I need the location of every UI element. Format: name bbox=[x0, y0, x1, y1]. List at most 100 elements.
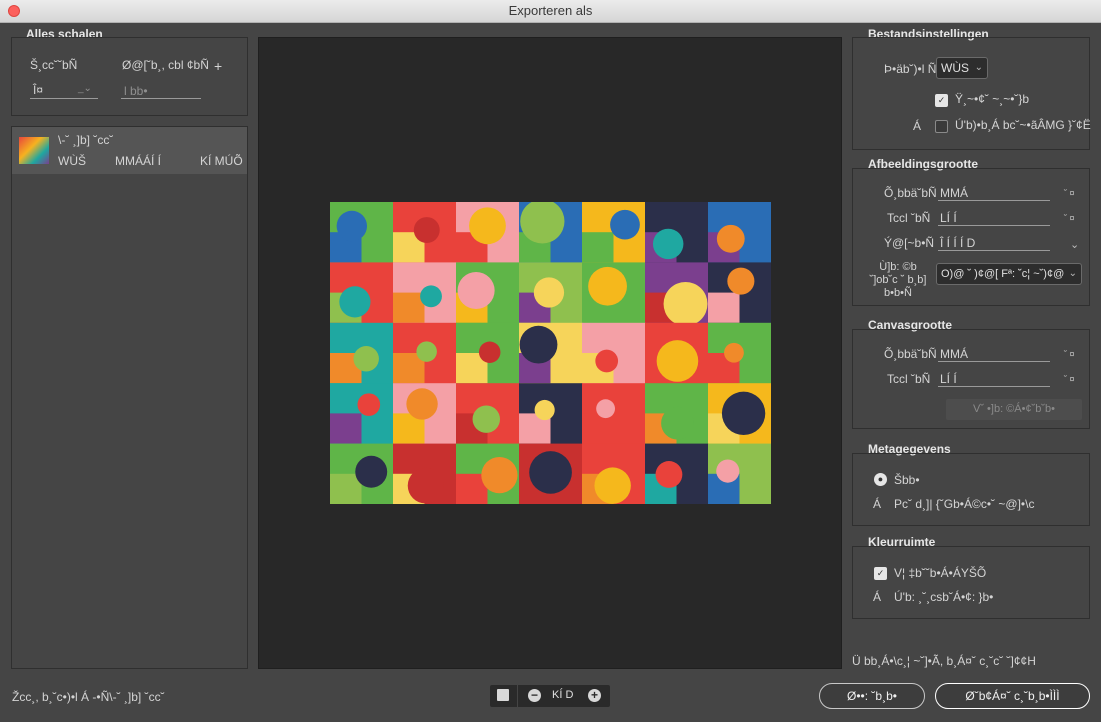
image-height-label: Tccl ˘bÑ bbox=[887, 211, 931, 225]
illustration-tile bbox=[519, 383, 583, 445]
illustration-tile bbox=[519, 262, 583, 324]
preview-canvas[interactable] bbox=[258, 37, 842, 669]
illustration-tile bbox=[330, 322, 394, 384]
illustration-tile bbox=[393, 443, 457, 504]
asset-format: WÙŠ bbox=[58, 154, 86, 168]
fit-view-icon[interactable] bbox=[497, 689, 509, 701]
suffix-input[interactable]: l bb• bbox=[124, 84, 148, 98]
canvas-height-unit-icon: ˘ ¤ bbox=[1064, 374, 1075, 384]
scale-select[interactable]: Î¤ bbox=[33, 83, 43, 97]
illustration-tile bbox=[708, 383, 771, 445]
illustration-tile bbox=[708, 262, 771, 324]
assets-list-panel bbox=[11, 126, 248, 669]
illustration-tile bbox=[582, 443, 646, 504]
illustration-tile bbox=[708, 322, 771, 384]
scale-select-underline bbox=[30, 98, 98, 99]
illustration-tile bbox=[393, 202, 457, 263]
suffix-column-label: Ø@[˘b¸, cbl ¢bÑ bbox=[122, 58, 209, 72]
illustration-tile bbox=[393, 262, 457, 324]
color-profile-checkbox[interactable]: Á bbox=[873, 590, 881, 604]
preview-image bbox=[330, 202, 771, 504]
illustration-tile bbox=[456, 262, 520, 324]
illustration-tile bbox=[330, 443, 394, 504]
export-button[interactable]: Ø˘b¢Á¤˘ c¸˘b¸b•ÌÌÌ bbox=[935, 683, 1090, 709]
illustration-tile bbox=[456, 383, 520, 445]
metadata-option-2[interactable]: Pc˘ d¸]| {˘Gb•Á©c•˘ ~@]•\c bbox=[894, 497, 1034, 511]
color-space-panel bbox=[852, 546, 1090, 619]
illustration-tile bbox=[582, 383, 646, 445]
illustration-tile bbox=[456, 322, 520, 384]
reset-canvas-button[interactable]: V˘ •]b: ©Á•¢˘b˘b• bbox=[946, 399, 1082, 420]
image-width-input[interactable]: MMÁ bbox=[940, 186, 968, 200]
illustration-tile bbox=[456, 202, 520, 263]
illustration-tile bbox=[519, 202, 583, 263]
metadata-option-1[interactable]: Šbb• bbox=[894, 473, 920, 487]
metadata-panel bbox=[852, 453, 1090, 526]
canvas-height-input[interactable]: LÍ Í bbox=[940, 372, 957, 386]
illustration-tile bbox=[330, 262, 394, 324]
illustration-tile bbox=[330, 383, 394, 445]
illustration-tile bbox=[708, 443, 771, 504]
scale-all-panel bbox=[11, 37, 248, 116]
metadata-option-2-radio[interactable]: Á bbox=[873, 497, 881, 511]
transparency-checkbox[interactable]: ✓ bbox=[935, 94, 948, 107]
asset-thumbnail bbox=[19, 137, 49, 164]
asset-list-item[interactable]: \-˘ ¸]b] ˘cc˘ WÙŠ MMÁÁÍ Í KÍ MÚÕ bbox=[12, 127, 247, 174]
image-height-input[interactable]: LÍ Í bbox=[940, 211, 957, 225]
canvas-width-input[interactable]: MMÁ bbox=[940, 347, 968, 361]
image-width-label: Õ¸bbä˘bÑ bbox=[884, 186, 937, 200]
illustration-tile bbox=[456, 443, 520, 504]
metadata-option-selected-icon[interactable]: ● bbox=[874, 473, 887, 486]
illustration-tile bbox=[645, 202, 709, 263]
illustration-tile bbox=[708, 202, 771, 263]
chevron-down-icon: ⌄ bbox=[1068, 268, 1077, 279]
resample-label: Ù]b: ©b ˘]ob˘c ˘ b¸b] b•b•Ñ bbox=[869, 261, 927, 299]
illustration-tile bbox=[582, 322, 646, 384]
format-label: Þ•äb˘)•l Ñ bbox=[884, 62, 937, 76]
resample-value: O)@ ˘ )¢@[ Fª: ˘c¦ ~˘)¢@ bbox=[941, 268, 1065, 280]
asset-filesize: KÍ MÚÕ bbox=[200, 154, 243, 168]
scale-chevron-icon[interactable]: ⌄ bbox=[1070, 238, 1079, 251]
zoom-in-icon[interactable]: + bbox=[588, 689, 601, 702]
asset-name: \-˘ ¸]b] ˘cc˘ bbox=[58, 133, 114, 147]
image-width-underline bbox=[938, 200, 1050, 201]
convert-srgb-checkbox[interactable]: ✓ bbox=[874, 567, 887, 580]
left-footer-text: Žcc¸, b¸˘c•)•l Á -•Ñ\-˘ ¸]b] ˘cc˘ bbox=[12, 690, 165, 704]
smaller-file-label: Ú'b)•b¸Á bc˘~•ãÂMG }˘¢Ë bbox=[955, 118, 1091, 132]
illustration-tile bbox=[519, 443, 583, 504]
illustration-tile bbox=[582, 202, 646, 263]
image-height-unit-icon: ˘ ¤ bbox=[1064, 213, 1075, 223]
cancel-button[interactable]: Ø••: ˘b¸b• bbox=[819, 683, 925, 709]
format-value: WÙS bbox=[941, 61, 969, 75]
illustration-tile bbox=[645, 443, 709, 504]
image-width-unit-icon: ˘ ¤ bbox=[1064, 188, 1075, 198]
canvas-width-underline bbox=[938, 361, 1050, 362]
illustration-tile bbox=[393, 322, 457, 384]
scale-underline bbox=[938, 250, 1050, 251]
zoom-level: KÍ D bbox=[552, 689, 574, 701]
illustration-tile bbox=[330, 202, 394, 263]
asset-dimensions: MMÁÁÍ Í bbox=[115, 154, 162, 168]
canvas-height-underline bbox=[938, 386, 1050, 387]
illustration-tile bbox=[393, 383, 457, 445]
add-scale-button[interactable]: + bbox=[214, 58, 222, 74]
chevron-down-icon: ⌄ bbox=[974, 62, 983, 73]
scale-select-chevron-icon[interactable]: _⌄ bbox=[78, 83, 92, 94]
right-footer-text: Ü bb¸Á•\c¸¦ ~˘]•Ã, b¸Á¤˘ c¸˘c˘ ˘]¢¢H bbox=[852, 654, 1036, 668]
illustration-tile bbox=[645, 322, 709, 384]
scale-input[interactable]: Î Í Í Í D bbox=[940, 236, 975, 250]
transparency-label: Ÿ¸~•¢˘ ~¸~•˘}b bbox=[955, 92, 1030, 106]
color-space-option-1: V¦ ‡b˘˘b•Á•ÁYŠÕ bbox=[894, 566, 987, 580]
smaller-file-prefix: Á bbox=[913, 119, 922, 133]
smaller-file-checkbox[interactable] bbox=[935, 120, 948, 133]
illustration-tile bbox=[645, 262, 709, 326]
image-height-underline bbox=[938, 225, 1050, 226]
resample-select[interactable]: O)@ ˘ )¢@[ Fª: ˘c¦ ~˘)¢@ ⌄ bbox=[936, 263, 1082, 285]
close-window-button[interactable] bbox=[8, 5, 20, 17]
zoom-out-icon[interactable]: − bbox=[528, 689, 541, 702]
canvas-width-label: Õ¸bbä˘bÑ bbox=[884, 347, 937, 361]
canvas-width-unit-icon: ˘ ¤ bbox=[1064, 349, 1075, 359]
format-select[interactable]: WÙS ⌄ bbox=[936, 57, 988, 79]
color-space-option-2: Ú'b: ¸˘¸csb˘Á•¢: }b• bbox=[894, 590, 994, 604]
canvas-height-label: Tccl ˘bÑ bbox=[887, 372, 931, 386]
